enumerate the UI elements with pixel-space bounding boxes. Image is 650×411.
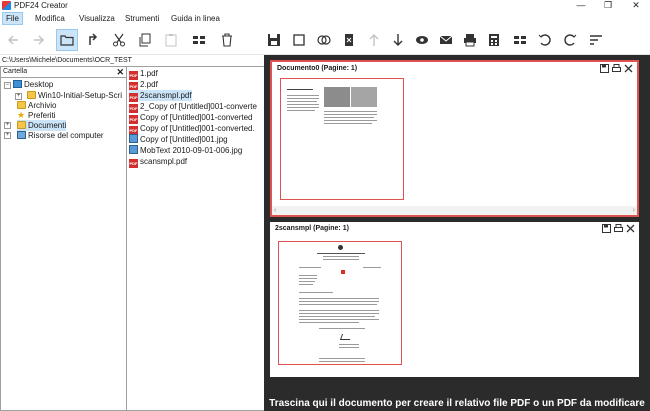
page-image — [324, 87, 350, 107]
folder-icon[interactable] — [56, 29, 78, 51]
file-item[interactable]: PDF Copy of [Untitled]001-converted. — [129, 123, 255, 135]
calculator-icon[interactable] — [483, 29, 505, 51]
page-image — [351, 87, 377, 107]
rotate-right-icon[interactable] — [559, 29, 581, 51]
file-item[interactable]: PDF 2scansmpl.pdf — [129, 90, 192, 102]
move-up-icon[interactable] — [363, 29, 385, 51]
page-thumbnail[interactable] — [280, 78, 404, 200]
forward-icon[interactable] — [28, 29, 50, 51]
file-item[interactable]: PDF Copy of [Untitled]001-converted — [129, 112, 253, 124]
maximize-button[interactable]: ❐ — [594, 0, 622, 12]
up-icon[interactable] — [82, 29, 104, 51]
horizontal-scrollbar[interactable]: ‹ › — [272, 206, 637, 215]
menu-modifica[interactable]: Modifica — [32, 12, 68, 25]
menu-visualizza[interactable]: Visualizza — [76, 12, 118, 25]
close-icon[interactable]: ✕ — [116, 67, 124, 77]
folder-tree-title: Cartella — [3, 68, 28, 75]
file-item[interactable]: MobText 2010-09-01-006.jpg — [129, 145, 242, 156]
new-doc-icon[interactable] — [288, 29, 310, 51]
window-title: PDF24 Creator — [14, 1, 68, 10]
file-item[interactable]: PDF 2.pdf — [129, 79, 158, 91]
document-workspace: Documento0 (Pagine: 1) ‹ › 2scansmpl (Pa… — [264, 55, 650, 411]
file-item[interactable]: PDF 1.pdf — [129, 68, 158, 80]
toolbar — [0, 25, 650, 55]
folder-tree-header: Cartella ✕ — [1, 67, 126, 78]
menu-guida[interactable]: Guida in linea — [168, 12, 223, 25]
delete-doc-icon[interactable] — [338, 29, 360, 51]
document-card[interactable]: 2scansmpl (Pagine: 1) — [270, 222, 639, 377]
documents-folder-icon — [17, 121, 26, 129]
paste-icon[interactable] — [160, 29, 182, 51]
folder-tree-panel: Cartella ✕ − Desktop + Win10-Initial-Set… — [0, 66, 127, 411]
expand-icon[interactable]: + — [15, 93, 22, 100]
close-icon[interactable] — [626, 224, 635, 233]
collapse-icon[interactable]: − — [4, 82, 11, 89]
save-icon[interactable] — [602, 224, 611, 233]
stamp-mark — [341, 270, 345, 274]
scroll-right-icon[interactable]: › — [633, 207, 635, 214]
sort-icon[interactable] — [585, 29, 607, 51]
image-file-icon — [129, 145, 138, 154]
archive-icon — [17, 101, 26, 109]
document-title: Documento0 (Pagine: 1) — [277, 65, 358, 72]
expand-icon[interactable]: + — [4, 132, 11, 139]
document-card[interactable]: Documento0 (Pagine: 1) ‹ › — [270, 60, 639, 217]
path-field[interactable]: C:\Users\Michele\Documents\OCR_TEST — [0, 55, 265, 66]
file-list: PDF 1.pdf PDF 2.pdf PDF 2scansmpl.pdf PDF 2_… — [127, 66, 264, 411]
scroll-left-icon[interactable]: ‹ — [274, 207, 276, 214]
close-button[interactable]: ✕ — [622, 0, 650, 12]
view-icon[interactable] — [188, 29, 210, 51]
folder-icon — [27, 91, 36, 99]
close-icon[interactable] — [624, 64, 633, 73]
expand-icon[interactable]: + — [4, 122, 11, 129]
document-title: 2scansmpl (Pagine: 1) — [275, 225, 349, 232]
drop-zone-hint[interactable]: Trascina qui il documento per creare il … — [264, 398, 650, 409]
minimize-button[interactable]: — — [567, 0, 595, 12]
file-item[interactable]: Copy of [Untitled]001.jpg — [129, 134, 228, 145]
letterhead-logo — [338, 245, 343, 250]
back-icon[interactable] — [2, 29, 24, 51]
image-file-icon — [129, 134, 138, 143]
merge-icon[interactable] — [313, 29, 335, 51]
file-item[interactable]: PDF scansmpl.pdf — [129, 156, 187, 168]
app-logo-icon — [2, 1, 11, 10]
title-bar: PDF24 Creator — ❐ ✕ — [0, 0, 650, 12]
email-icon[interactable] — [435, 29, 457, 51]
delete-icon[interactable] — [216, 29, 238, 51]
print-icon[interactable] — [459, 29, 481, 51]
menu-bar: File Modifica Visualizza Strumenti Guida… — [0, 12, 650, 25]
pdf-file-icon: PDF — [129, 159, 138, 168]
rotate-left-icon[interactable] — [534, 29, 556, 51]
desktop-icon — [13, 80, 22, 88]
move-down-icon[interactable] — [387, 29, 409, 51]
grid-icon[interactable] — [509, 29, 531, 51]
tree-item-computer[interactable]: Risorse del computer — [17, 130, 104, 141]
preview-icon[interactable] — [411, 29, 433, 51]
print-icon[interactable] — [612, 64, 621, 73]
star-icon: ★ — [17, 110, 26, 120]
menu-strumenti[interactable]: Strumenti — [122, 12, 162, 25]
print-icon[interactable] — [614, 224, 623, 233]
copy-icon[interactable] — [134, 29, 156, 51]
tree-item-desktop[interactable]: Desktop — [13, 79, 53, 90]
computer-icon — [17, 131, 26, 139]
page-thumbnail[interactable] — [278, 241, 402, 365]
save-icon[interactable] — [263, 29, 285, 51]
menu-file[interactable]: File — [2, 12, 23, 25]
signature-mark — [339, 334, 353, 340]
cut-icon[interactable] — [108, 29, 130, 51]
save-icon[interactable] — [600, 64, 609, 73]
file-item[interactable]: PDF 2_Copy of [Untitled]001-converte — [129, 101, 257, 113]
